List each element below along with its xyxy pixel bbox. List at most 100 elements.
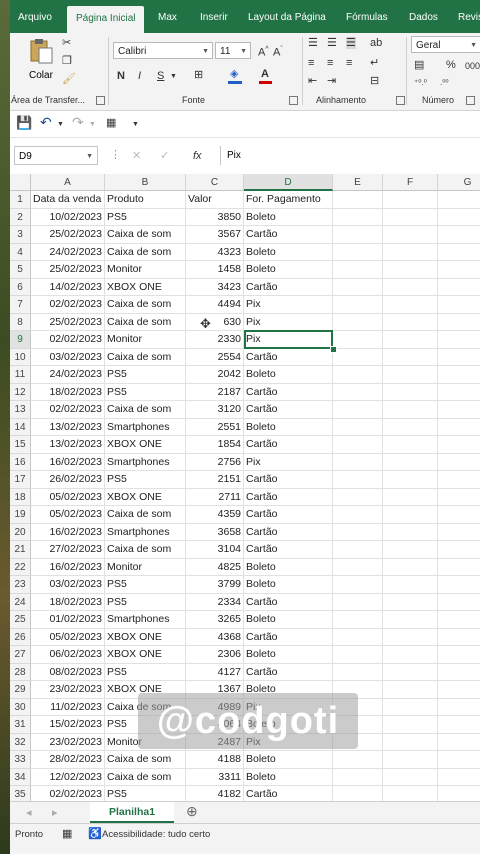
cell[interactable] [438,261,480,279]
cell[interactable] [383,401,438,419]
align-middle-icon[interactable]: ☰ [327,37,337,49]
cell[interactable]: PS5 [105,471,186,489]
row-header[interactable]: 27 [10,646,31,664]
fill-handle[interactable] [330,346,337,353]
cell[interactable]: Boleto [244,261,333,279]
cell[interactable] [438,769,480,786]
cell[interactable]: Monitor [105,558,186,576]
cell[interactable]: 25/02/2023 [31,261,105,279]
cell[interactable] [333,226,383,244]
cell[interactable]: 23/02/2023 [31,681,105,699]
row-header[interactable]: 10 [10,348,31,366]
cell[interactable] [438,296,480,314]
form-icon[interactable]: ▦ [106,117,116,129]
cell[interactable]: 15/02/2023 [31,716,105,734]
cell[interactable] [438,454,480,471]
row-header[interactable]: 4 [10,243,31,261]
column-header-f[interactable]: F [383,174,438,191]
row-header[interactable]: 5 [10,261,31,279]
column-header-d[interactable]: D [244,174,333,191]
cell[interactable] [383,558,438,576]
cell[interactable]: 11/02/2023 [31,698,105,716]
decrease-indent-icon[interactable]: ⇤ [308,75,317,87]
cell[interactable] [438,401,480,419]
more-options-icon[interactable]: ⋮ [110,149,121,161]
cell[interactable]: 12/02/2023 [31,768,105,786]
cell[interactable]: XBOX ONE [105,646,186,664]
next-sheet-icon[interactable]: ▸ [52,807,58,819]
column-header-b[interactable]: B [105,174,186,191]
cell[interactable]: Smartphones [105,523,186,541]
cell[interactable] [438,436,480,454]
column-header-e[interactable]: E [333,174,383,191]
align-center-icon[interactable]: ≡ [327,57,333,69]
add-sheet-icon[interactable]: ⊕ [186,804,198,818]
cell[interactable]: 25/02/2023 [31,313,105,331]
cell[interactable]: 05/02/2023 [31,488,105,506]
cell[interactable]: Caixa de som [105,751,186,769]
row-header[interactable]: 21 [10,541,31,559]
row-header[interactable]: 23 [10,576,31,594]
cell[interactable]: Produto [105,191,186,209]
cell[interactable]: XBOX ONE [105,488,186,506]
cell[interactable] [383,611,438,629]
cell[interactable] [333,383,383,401]
row-header[interactable]: 22 [10,558,31,576]
cell[interactable] [438,384,480,401]
cell[interactable]: Smartphones [105,418,186,436]
cell[interactable] [333,611,383,629]
fill-color-icon[interactable]: ◈ [230,68,238,80]
tab-inserir[interactable]: Inserir [200,0,228,33]
cell[interactable] [438,489,480,506]
row-header[interactable]: 11 [10,366,31,384]
cell[interactable] [438,419,480,436]
cell[interactable]: 16/02/2023 [31,453,105,471]
cell[interactable]: 23/02/2023 [31,733,105,751]
cell[interactable] [438,471,480,489]
cell[interactable] [383,663,438,681]
cell[interactable]: 16/02/2023 [31,558,105,576]
tab-formulas[interactable]: Fórmulas [346,0,388,33]
cell[interactable] [438,191,480,209]
cell[interactable]: 14/02/2023 [31,278,105,296]
cell[interactable] [383,331,438,349]
cell[interactable] [333,558,383,576]
name-box[interactable]: D9 ▼ [14,146,98,165]
row-header[interactable]: 6 [10,278,31,296]
cell[interactable]: Pix [244,453,333,471]
cell[interactable] [333,506,383,524]
cell[interactable] [333,453,383,471]
cell[interactable]: 02/02/2023 [31,296,105,314]
cell[interactable] [383,453,438,471]
cell[interactable] [333,523,383,541]
tab-layout[interactable]: Layout da Página [248,0,326,33]
cell[interactable]: 02/02/2023 [31,401,105,419]
cell[interactable]: 4368 [186,628,244,646]
cell[interactable]: 02/02/2023 [31,331,105,349]
column-header-a[interactable]: A [31,174,105,191]
cell[interactable]: 2551 [186,418,244,436]
cell[interactable] [383,418,438,436]
cell[interactable]: Pix [244,296,333,314]
cell[interactable]: 2756 [186,453,244,471]
cell[interactable]: 06/02/2023 [31,646,105,664]
row-header[interactable]: 17 [10,471,31,489]
cell[interactable]: 1458 [186,261,244,279]
cell[interactable] [438,226,480,244]
cell[interactable]: 3265 [186,611,244,629]
cell[interactable] [333,191,383,209]
cell[interactable] [333,593,383,611]
cell[interactable] [438,524,480,541]
cell[interactable]: Caixa de som [105,296,186,314]
cell[interactable]: Cartão [244,523,333,541]
cell[interactable]: Cartão [244,401,333,419]
cell[interactable] [383,436,438,454]
cell[interactable] [438,664,480,681]
cell[interactable] [333,401,383,419]
cell[interactable]: 2187 [186,383,244,401]
cell[interactable] [383,296,438,314]
cell[interactable]: Cartão [244,471,333,489]
cell[interactable] [438,594,480,611]
cell[interactable]: 2711 [186,488,244,506]
bold-button[interactable]: N [117,70,125,82]
